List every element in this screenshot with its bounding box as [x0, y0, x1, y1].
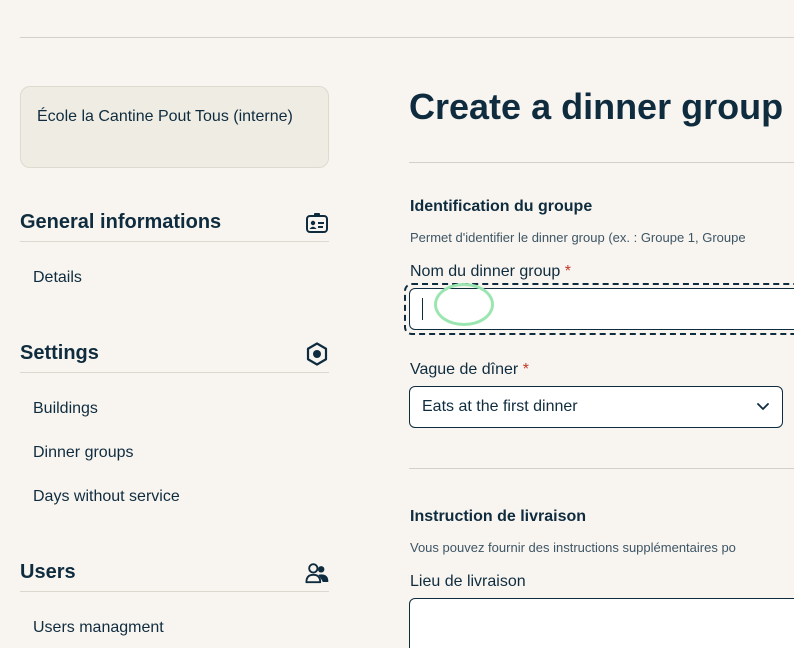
required-marker: *: [564, 263, 571, 280]
text-caret: [422, 298, 423, 320]
select-value: Eats at the first dinner: [422, 398, 578, 415]
id-card-icon: [305, 211, 329, 235]
click-indicator: [434, 283, 494, 326]
section-divider: [409, 468, 794, 469]
section-users: Users: [20, 554, 329, 592]
delivery-title: Instruction de livraison: [410, 508, 587, 525]
required-marker: *: [522, 361, 529, 378]
section-title: Settings: [20, 342, 99, 364]
label-text: Nom du dinner group: [410, 263, 561, 280]
delivery-description: Vous pouvez fournir des instructions sup…: [410, 540, 736, 555]
section-general-informations: General informations: [20, 204, 329, 242]
dinner-wave-select[interactable]: Eats at the first dinner: [409, 386, 783, 428]
top-divider: [20, 37, 794, 38]
gear-icon: [305, 341, 329, 366]
page-title: Create a dinner group: [409, 86, 784, 127]
organization-card: École la Cantine Pout Tous (interne): [20, 86, 329, 168]
sidebar-item-buildings[interactable]: Buildings: [33, 400, 98, 418]
title-divider: [409, 162, 794, 163]
create-dinner-group-page: École la Cantine Pout Tous (interne) Gen…: [0, 0, 794, 648]
identification-description: Permet d'identifier le dinner group (ex.…: [410, 230, 746, 245]
sidebar-item-dinner-groups[interactable]: Dinner groups: [33, 444, 134, 462]
delivery-location-label: Lieu de livraison: [410, 573, 526, 590]
label-text: Vague de dîner: [410, 361, 519, 378]
section-title: General informations: [20, 211, 222, 233]
dinner-group-name-label: Nom du dinner group *: [410, 263, 571, 281]
organization-name: École la Cantine Pout Tous (interne): [37, 108, 293, 125]
section-title: Users: [20, 561, 76, 583]
identification-title: Identification du groupe: [410, 198, 593, 215]
dinner-wave-label: Vague de dîner *: [410, 361, 529, 379]
sidebar-item-users-managment[interactable]: Users managment: [33, 619, 164, 637]
sidebar-item-days-without-service[interactable]: Days without service: [33, 488, 180, 506]
section-settings: Settings: [20, 335, 329, 373]
chevron-down-icon: [756, 398, 770, 416]
sidebar-item-details[interactable]: Details: [33, 269, 82, 287]
users-icon: [305, 561, 329, 585]
delivery-location-textarea[interactable]: [409, 598, 794, 648]
